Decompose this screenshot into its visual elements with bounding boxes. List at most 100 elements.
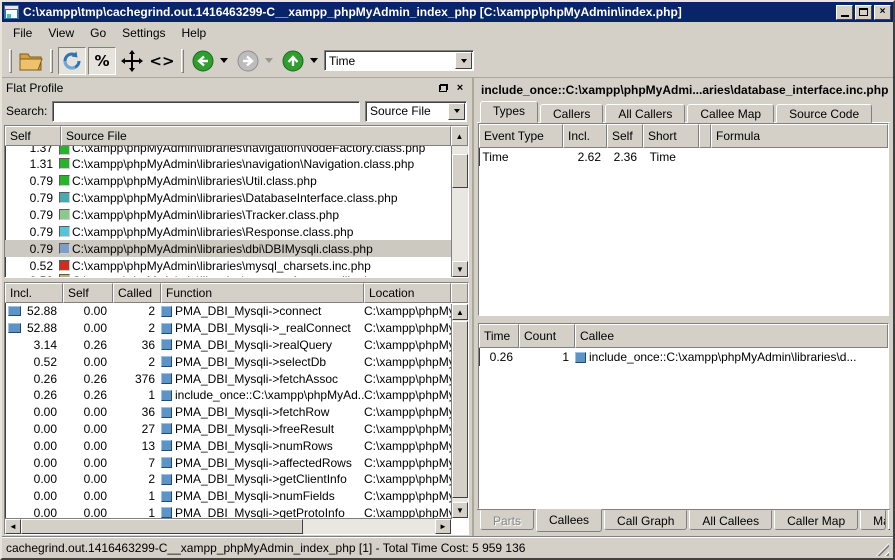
scroll-down-button[interactable]: ▼ (452, 502, 468, 518)
reload-button[interactable] (58, 47, 86, 75)
back-dropdown-icon[interactable] (220, 58, 228, 63)
menu-settings[interactable]: Settings (115, 24, 172, 42)
cycle-detection-button[interactable] (118, 47, 146, 75)
file-row[interactable]: 0.52C:\xampp\phpMyAdmin\libraries\user_p… (5, 274, 468, 277)
function-row[interactable]: 0.000.007PMA_DBI_Mysqli->affectedRowsC:\… (5, 454, 468, 471)
column-header-time[interactable]: Time (479, 324, 519, 348)
back-button[interactable] (189, 47, 217, 75)
up-dropdown-icon[interactable] (310, 58, 318, 63)
cost-color-icon (59, 260, 70, 271)
resize-grip[interactable] (876, 543, 889, 556)
file-row[interactable]: 0.79C:\xampp\phpMyAdmin\libraries\dbi\DB… (5, 240, 468, 257)
tab-scroll-left-button[interactable]: ◄ (888, 510, 890, 530)
function-table-vscrollbar[interactable]: ▲ ▼ (451, 304, 468, 518)
grouping-select[interactable]: Source File (365, 101, 467, 122)
function-row[interactable]: 52.880.002PMA_DBI_Mysqli->connectC:\xamp… (5, 303, 468, 320)
event-type-select[interactable]: Time (324, 50, 474, 71)
function-row[interactable]: 3.140.2636PMA_DBI_Mysqli->realQueryC:\xa… (5, 337, 468, 354)
column-header-eventtype[interactable]: Event Type (479, 124, 563, 148)
scrollbar-thumb[interactable] (21, 519, 303, 534)
scrollbar-track[interactable] (21, 519, 435, 534)
function-table-hscrollbar[interactable]: ◄ ► (5, 518, 451, 534)
source-file-list: Self Source File ▲ 1.37C:\xampp\phpMyAdm… (4, 125, 469, 278)
callee-row[interactable]: 0.261include_once::C:\xampp\phpMyAdmin\l… (479, 348, 888, 366)
scrollbar-track[interactable] (452, 146, 468, 261)
function-row[interactable]: 0.260.26376PMA_DBI_Mysqli->fetchAssocC:\… (5, 370, 468, 387)
scroll-up-button[interactable]: ▲ (452, 304, 468, 320)
column-header-count[interactable]: Count (519, 324, 575, 348)
event-type-select-button[interactable] (455, 52, 472, 69)
grouping-select-button[interactable] (448, 103, 465, 120)
dock-close-button[interactable]: × (453, 82, 467, 95)
column-header-self[interactable]: Self (63, 283, 113, 303)
file-row[interactable]: 0.79C:\xampp\phpMyAdmin\libraries\Respon… (5, 223, 468, 240)
tab-source-code[interactable]: Source Code (776, 104, 872, 123)
close-button[interactable]: × (874, 5, 891, 20)
file-row[interactable]: 0.79C:\xampp\phpMyAdmin\libraries\Databa… (5, 189, 468, 206)
scrollbar-thumb[interactable] (452, 321, 468, 498)
file-row[interactable]: 0.79C:\xampp\phpMyAdmin\libraries\Util.c… (5, 172, 468, 189)
file-row[interactable]: 1.37C:\xampp\phpMyAdmin\libraries\naviga… (5, 146, 468, 155)
scroll-left-button[interactable]: ◄ (5, 519, 21, 534)
forward-button[interactable] (234, 47, 262, 75)
menu-file[interactable]: File (6, 24, 39, 42)
search-input[interactable] (52, 101, 360, 122)
shorten-templates-button[interactable]: <> (148, 47, 176, 75)
column-header-incl[interactable]: Incl. (563, 124, 607, 148)
forward-dropdown-icon[interactable] (265, 58, 273, 63)
tab-types[interactable]: Types (480, 101, 538, 123)
column-header-function[interactable]: Function (161, 283, 364, 303)
function-row[interactable]: 0.000.0013PMA_DBI_Mysqli->numRowsC:\xamp… (5, 437, 468, 454)
column-header-self[interactable]: Self (5, 126, 61, 146)
column-header-short[interactable]: Short (643, 124, 699, 148)
function-row[interactable]: 52.880.002PMA_DBI_Mysqli->_realConnectC:… (5, 320, 468, 337)
minimize-button[interactable] (836, 5, 853, 20)
open-file-button[interactable] (17, 47, 45, 75)
scrollbar-thumb[interactable] (452, 154, 468, 188)
file-list-vscrollbar[interactable]: ▼ (451, 146, 468, 277)
column-header-source-file[interactable]: Source File (61, 126, 451, 146)
column-header-location[interactable]: Location (364, 283, 451, 303)
tab-caller-map[interactable]: Caller Map (774, 510, 858, 530)
tab-callees[interactable]: Callees (536, 509, 602, 532)
maximize-button[interactable] (855, 5, 872, 20)
tab-all-callers[interactable]: All Callers (605, 104, 685, 123)
menu-help[interactable]: Help (175, 24, 214, 42)
file-row[interactable]: 1.31C:\xampp\phpMyAdmin\libraries\naviga… (5, 155, 468, 172)
percent-toggle-button[interactable]: % (88, 47, 116, 75)
up-button[interactable] (279, 47, 307, 75)
tab-callee-map[interactable]: Callee Map (687, 104, 774, 123)
grouping-select-value: Source File (366, 104, 447, 118)
toolbar-handle[interactable] (50, 49, 53, 73)
function-row[interactable]: 0.260.261include_once::C:\xampp\phpMyAd.… (5, 387, 468, 404)
callee-cell: include_once::C:\xampp\phpMyAdmin\librar… (575, 350, 888, 364)
function-row[interactable]: 0.520.002PMA_DBI_Mysqli->selectDbC:\xamp… (5, 353, 468, 370)
file-row[interactable]: 0.52C:\xampp\phpMyAdmin\libraries\mysql_… (5, 257, 468, 274)
column-header-called[interactable]: Called (113, 283, 161, 303)
menu-go[interactable]: Go (83, 24, 113, 42)
function-row[interactable]: 0.000.0027PMA_DBI_Mysqli->freeResultC:\x… (5, 421, 468, 438)
column-header-self[interactable]: Self (607, 124, 643, 148)
toolbar-handle[interactable] (9, 49, 12, 73)
column-header-blank[interactable] (699, 124, 711, 148)
function-row[interactable]: 0.000.002PMA_DBI_Mysqli->getClientInfoC:… (5, 471, 468, 488)
column-header-formula[interactable]: Formula (711, 124, 888, 148)
file-row[interactable]: 0.79C:\xampp\phpMyAdmin\libraries\Tracke… (5, 206, 468, 223)
tab-call-graph[interactable]: Call Graph (604, 510, 687, 530)
column-header-incl[interactable]: Incl. (5, 283, 63, 303)
scroll-up-button[interactable]: ▲ (451, 126, 468, 146)
event-type-row[interactable]: Time2.622.36 Time (479, 148, 888, 166)
tab-machine[interactable]: Machine (860, 510, 886, 530)
scroll-down-button[interactable]: ▼ (452, 261, 468, 277)
function-row[interactable]: 0.000.0036PMA_DBI_Mysqli->fetchRowC:\xam… (5, 404, 468, 421)
tab-parts[interactable]: Parts (480, 510, 534, 530)
menu-view[interactable]: View (41, 24, 81, 42)
scrollbar-track[interactable] (452, 320, 468, 502)
dock-float-button[interactable] (436, 82, 450, 95)
tab-callers[interactable]: Callers (540, 104, 603, 123)
scroll-right-button[interactable]: ► (435, 519, 451, 534)
column-header-callee[interactable]: Callee (575, 324, 888, 348)
tab-all-callees[interactable]: All Callees (689, 510, 772, 530)
function-row[interactable]: 0.000.001PMA_DBI_Mysqli->numFieldsC:\xam… (5, 488, 468, 505)
toolbar-handle[interactable] (181, 49, 184, 73)
